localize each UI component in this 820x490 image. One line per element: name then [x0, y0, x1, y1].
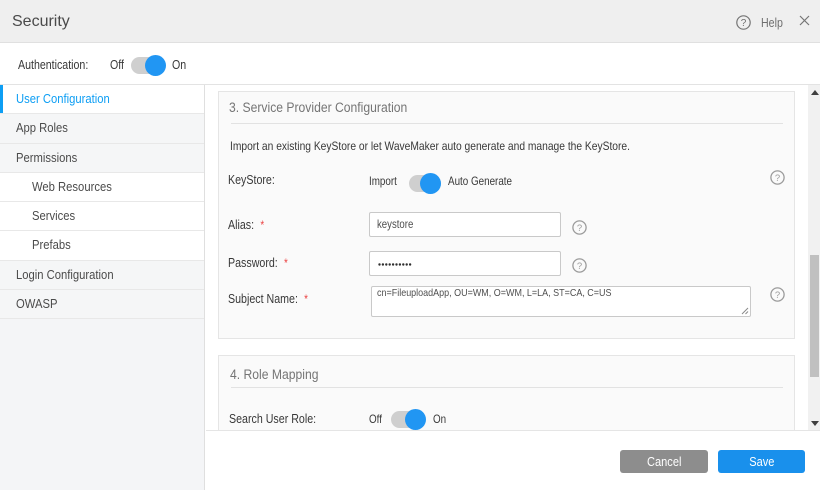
- svg-text:?: ?: [577, 261, 582, 272]
- svg-text:?: ?: [577, 223, 582, 234]
- svg-text:?: ?: [775, 173, 780, 184]
- svg-text:?: ?: [775, 290, 780, 301]
- svg-text:?: ?: [741, 18, 747, 29]
